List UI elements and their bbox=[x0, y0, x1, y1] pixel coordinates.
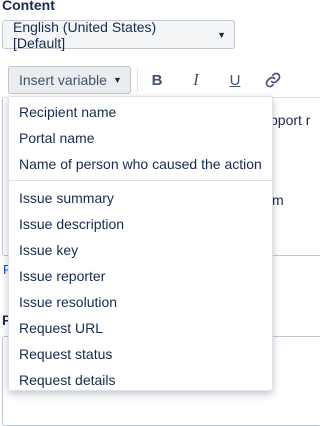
menu-item-request-details[interactable]: Request details bbox=[9, 367, 272, 393]
menu-item-request-url[interactable]: Request URL bbox=[9, 315, 272, 341]
language-select-value: English (United States) [Default] bbox=[13, 18, 157, 51]
insert-variable-label: Insert variable bbox=[19, 72, 107, 88]
menu-divider bbox=[9, 180, 272, 181]
chevron-down-icon: ▼ bbox=[217, 29, 226, 40]
menu-item-issue-summary[interactable]: Issue summary bbox=[9, 185, 272, 211]
link-button[interactable] bbox=[262, 69, 284, 91]
insert-variable-menu: Recipient name Portal name Name of perso… bbox=[8, 96, 273, 391]
chevron-down-icon: ▼ bbox=[112, 75, 122, 85]
menu-item-request-status[interactable]: Request status bbox=[9, 341, 272, 367]
menu-item-issue-key[interactable]: Issue key bbox=[9, 237, 272, 263]
underline-button[interactable]: U bbox=[224, 69, 246, 91]
menu-item-action-person-name[interactable]: Name of person who caused the action bbox=[9, 151, 272, 177]
bold-button[interactable]: B bbox=[146, 69, 168, 91]
editor-content-fragment: pport r bbox=[270, 112, 311, 128]
italic-button[interactable]: I bbox=[185, 69, 207, 91]
insert-variable-button[interactable]: Insert variable ▼ bbox=[8, 66, 131, 94]
menu-item-issue-resolution[interactable]: Issue resolution bbox=[9, 289, 272, 315]
link-icon bbox=[265, 72, 281, 88]
language-select[interactable]: English (United States) [Default] ▼ bbox=[2, 18, 235, 51]
content-section-label: Content bbox=[2, 0, 55, 13]
menu-item-issue-description[interactable]: Issue description bbox=[9, 211, 272, 237]
menu-item-portal-name[interactable]: Portal name bbox=[9, 125, 272, 151]
editor-content-fragment: m bbox=[272, 192, 284, 208]
toolbar-divider bbox=[137, 68, 138, 92]
menu-item-issue-reporter[interactable]: Issue reporter bbox=[9, 263, 272, 289]
menu-item-recipient-name[interactable]: Recipient name bbox=[9, 99, 272, 125]
